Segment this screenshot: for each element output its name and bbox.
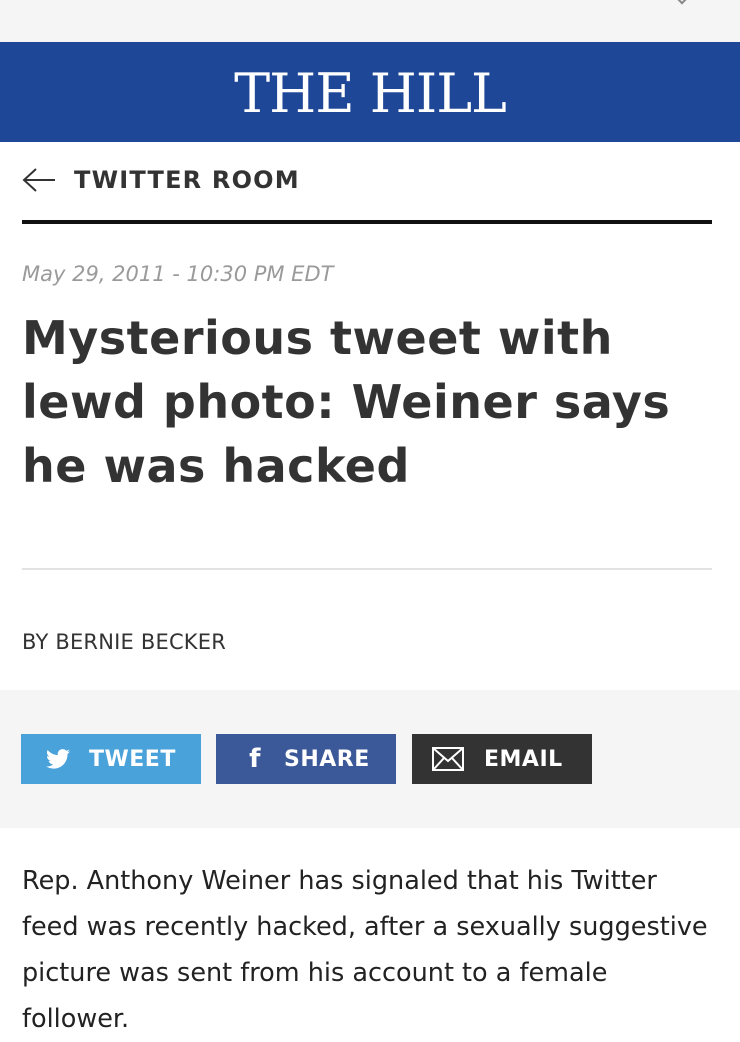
article-date: May 29, 2011 - 10:30 PM EDT xyxy=(22,262,334,286)
section-title[interactable]: TWITTER ROOM xyxy=(74,166,300,194)
byline: BY BERNIE BECKER xyxy=(22,630,227,654)
email-button[interactable]: EMAIL xyxy=(412,734,592,784)
tweet-label: TWEET xyxy=(89,746,176,772)
facebook-share-button[interactable]: f SHARE xyxy=(216,734,396,784)
share-bar: TWEET f SHARE EMAIL xyxy=(0,690,740,828)
twitter-bird-icon xyxy=(45,746,71,772)
tweet-button[interactable]: TWEET xyxy=(21,734,201,784)
article-headline: Mysterious tweet with lewd photo: Weiner… xyxy=(22,311,671,493)
masthead: THE HILL xyxy=(0,42,740,142)
section-header: TWITTER ROOM xyxy=(22,142,712,224)
chevron-down-icon[interactable] xyxy=(673,0,691,5)
email-label: EMAIL xyxy=(484,746,563,772)
share-label: SHARE xyxy=(284,746,370,772)
site-logo[interactable]: THE HILL xyxy=(234,67,507,121)
article-body: Rep. Anthony Weiner has signaled that hi… xyxy=(22,866,708,1034)
facebook-icon: f xyxy=(249,744,261,774)
top-strip xyxy=(0,0,740,42)
arrow-left-icon[interactable] xyxy=(22,165,56,195)
divider xyxy=(22,568,712,570)
envelope-icon xyxy=(432,746,464,772)
